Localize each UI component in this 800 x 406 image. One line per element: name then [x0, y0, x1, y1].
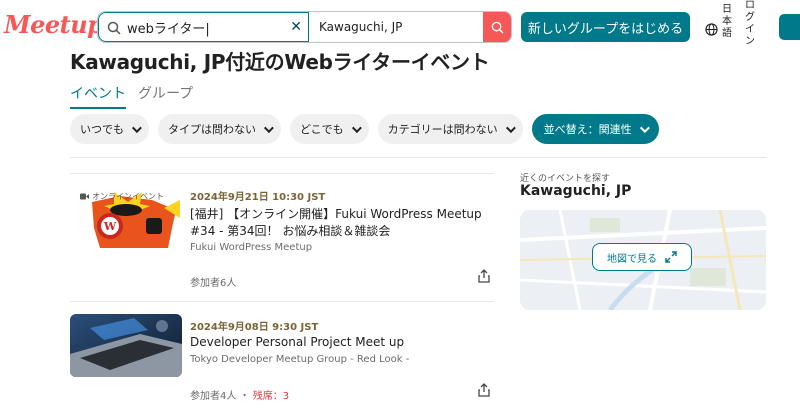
chevron-down-icon — [639, 122, 650, 133]
event-date: 2024年9月21日 10:30 JST — [190, 192, 326, 203]
filter-bar: いつでも タイプは問わない どこでも カテゴリーは問わない 並べ替え：関連性 — [70, 114, 659, 144]
view-map-label: 地図で見る — [607, 253, 657, 265]
clear-icon[interactable]: ✕ — [290, 19, 302, 35]
chevron-down-icon — [351, 122, 362, 133]
event-group-name: Fukui WordPress Meetup — [190, 242, 313, 253]
map-preview[interactable]: 地図で見る — [520, 210, 766, 310]
video-camera-icon — [80, 193, 89, 200]
chevron-down-icon — [505, 122, 516, 133]
event-thumbnail[interactable] — [70, 314, 182, 377]
tab-groups[interactable]: グループ — [138, 83, 193, 109]
result-tabs: イベント グループ — [70, 83, 193, 109]
globe-icon[interactable] — [705, 21, 718, 40]
start-new-group-button[interactable]: 新しいグループをはじめる — [521, 12, 690, 42]
event-attendees-row: 参加者4人 ・ 残席：3 — [190, 387, 289, 402]
language-selector[interactable]: 日本語 — [722, 4, 732, 40]
share-icon[interactable] — [478, 268, 490, 287]
category-filter-label: カテゴリーは問わない — [387, 123, 498, 136]
search-button[interactable] — [483, 12, 511, 42]
sort-filter[interactable]: 並べ替え：関連性 — [531, 114, 659, 144]
view-map-button[interactable]: 地図で見る — [592, 243, 692, 271]
event-date: 2024年9月08日 9:30 JST — [190, 322, 319, 333]
spots-left: 残席：3 — [252, 391, 290, 402]
distance-filter[interactable]: どこでも — [290, 114, 369, 144]
search-bar: webライター| ✕ Kawaguchi, JP — [97, 11, 512, 43]
event-attendees: 参加者4人 — [190, 391, 237, 402]
event-card[interactable]: 2024年9月08日 9:30 JST Developer Personal P… — [70, 301, 494, 406]
nearby-city: Kawaguchi, JP — [520, 183, 632, 199]
signup-button[interactable] — [779, 14, 800, 40]
event-title[interactable]: [福井] 【オンライン開催】Fukui WordPress Meetup #34… — [190, 206, 490, 240]
page-title: Kawaguchi, JP付近のWebライターイベント — [70, 50, 490, 74]
svg-text:W: W — [103, 220, 117, 233]
online-event-label: オンラインイベント — [92, 192, 164, 201]
chevron-down-icon — [131, 122, 142, 133]
type-filter-label: タイプは問わない — [168, 123, 256, 136]
search-icon — [491, 21, 504, 34]
meetup-logo[interactable]: Meetup — [4, 10, 104, 39]
keyword-search-value: webライター| — [127, 21, 210, 37]
online-event-tag: オンラインイベント — [80, 191, 164, 202]
spots-separator: ・ — [239, 391, 250, 402]
sort-filter-label: 並べ替え：関連性 — [543, 123, 632, 136]
search-icon — [107, 20, 121, 35]
chevron-down-icon — [263, 122, 274, 133]
login-link[interactable]: ログイン — [745, 0, 755, 48]
share-icon[interactable] — [478, 382, 490, 401]
date-filter-label: いつでも — [80, 123, 124, 136]
divider — [70, 157, 767, 158]
category-filter[interactable]: カテゴリーは問わない — [377, 114, 523, 144]
event-attendees: 参加者6人 — [190, 278, 237, 289]
expand-icon — [665, 251, 677, 263]
location-input[interactable]: Kawaguchi, JP — [309, 12, 483, 42]
distance-filter-label: どこでも — [300, 123, 344, 136]
date-filter[interactable]: いつでも — [70, 114, 149, 144]
tab-events[interactable]: イベント — [70, 83, 126, 109]
type-filter[interactable]: タイプは問わない — [158, 114, 281, 144]
keyword-search-input[interactable]: webライター| ✕ — [98, 12, 309, 42]
event-card[interactable]: W オンラインイベント 2024年9月21日 10:30 JST [福井] 【オ… — [70, 173, 494, 301]
event-title[interactable]: Developer Personal Project Meet up — [190, 334, 490, 351]
event-group-name: Tokyo Developer Meetup Group - Red Look … — [190, 354, 410, 365]
header: Meetup webライター| ✕ Kawaguchi, JP 新しいグループを… — [0, 0, 800, 52]
